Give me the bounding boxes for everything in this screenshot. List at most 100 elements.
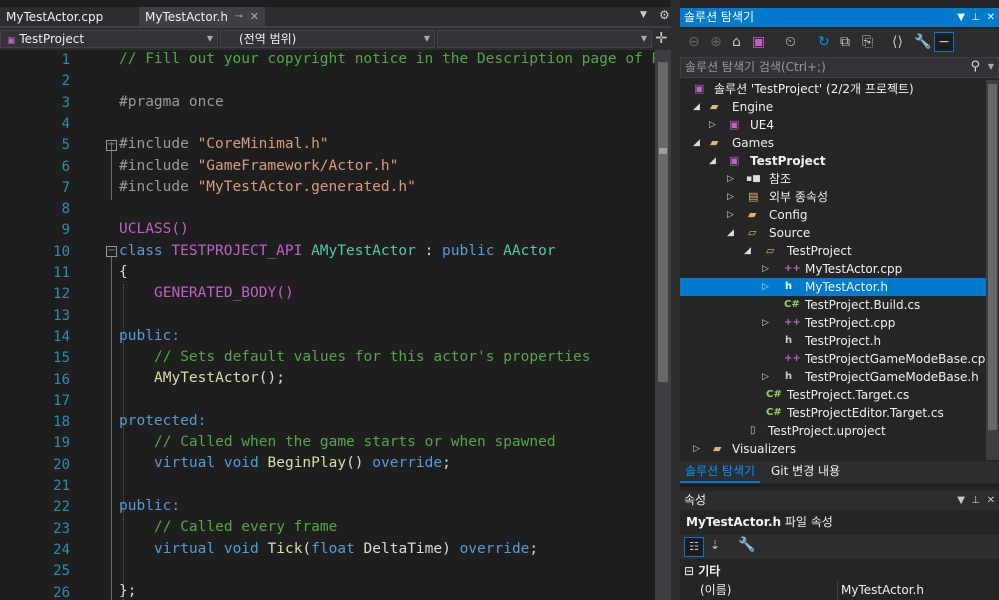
- preview-selected-icon[interactable]: −: [934, 32, 954, 52]
- tab-solution-explorer[interactable]: 솔루션 탐색기: [680, 461, 761, 483]
- line-number: 10: [53, 243, 70, 260]
- folder-icon: ▰: [710, 100, 719, 113]
- line-number: 15: [53, 350, 70, 367]
- collapsed-arrow-icon[interactable]: ▷: [762, 260, 769, 278]
- collapse-icon[interactable]: −: [106, 246, 117, 257]
- property-pages-icon[interactable]: 🔧: [738, 537, 755, 553]
- gear-icon[interactable]: ⚙: [659, 8, 670, 22]
- tree-item-uproject[interactable]: ▯ TestProject.uproject: [680, 422, 986, 440]
- tree-item-external-deps[interactable]: ▷ ▤ 외부 종속성: [680, 188, 986, 206]
- solution-explorer-title-bar: 솔루션 탐색기 ▼ ⊥ ✕: [680, 8, 999, 27]
- collapsed-arrow-icon[interactable]: ▷: [762, 314, 769, 332]
- tree-item-config[interactable]: ▷ ▰ Config: [680, 206, 986, 224]
- scope-dropdown[interactable]: (전역 범위) ▼: [220, 30, 435, 48]
- line-number: 1: [61, 52, 70, 68]
- code-line-11: {: [119, 264, 128, 280]
- alphabetical-icon[interactable]: ⇣: [710, 538, 720, 552]
- collapsed-arrow-icon[interactable]: ▷: [727, 188, 734, 206]
- expanded-arrow-icon[interactable]: ◢: [693, 134, 700, 152]
- collapsed-arrow-icon[interactable]: ▷: [762, 368, 769, 386]
- tree-vertical-scrollbar[interactable]: [986, 80, 999, 460]
- show-all-files-icon[interactable]: ⎘: [862, 34, 873, 50]
- expanded-arrow-icon[interactable]: ◢: [727, 224, 734, 242]
- collapse-all-icon[interactable]: ⧉: [840, 34, 850, 50]
- home-icon[interactable]: ⌂: [732, 34, 741, 50]
- tree-item-source-testproject[interactable]: ◢ ▱ TestProject: [680, 242, 986, 260]
- expanded-arrow-icon[interactable]: ◢: [693, 98, 700, 116]
- solution-search-input[interactable]: 솔루션 탐색기 검색(Ctrl+;) ⚲ ▼: [680, 57, 999, 78]
- code-line-15: // Sets default values for this actor's …: [154, 349, 591, 365]
- scrollbar-caret-marker: [659, 148, 667, 154]
- tree-item-games[interactable]: ◢ ▰ Games: [680, 134, 986, 152]
- project-dropdown[interactable]: ▣ TestProject ▼: [0, 30, 218, 48]
- forward-icon[interactable]: ⊕: [710, 34, 722, 50]
- auto-hide-pin-icon[interactable]: ⊥: [971, 8, 980, 27]
- collapse-icon[interactable]: −: [106, 140, 117, 151]
- back-icon[interactable]: ⊖: [688, 34, 700, 50]
- categorized-icon[interactable]: ☷: [684, 537, 704, 557]
- panel-splitter[interactable]: [671, 0, 680, 600]
- properties-wrench-icon[interactable]: 🔧: [914, 34, 931, 50]
- collapsed-arrow-icon[interactable]: ▷: [693, 440, 700, 458]
- chevron-down-icon[interactable]: ▼: [988, 58, 994, 76]
- code-view-icon[interactable]: ⟨⟩: [892, 34, 903, 50]
- scope-dropdown-value: (전역 범위): [239, 32, 297, 46]
- tree-item-mytestactor-h[interactable]: ▷ h MyTestActor.h: [680, 278, 986, 296]
- pending-changes-filter-icon[interactable]: ⏲: [785, 34, 796, 50]
- tree-item-editor-target-cs[interactable]: C# TestProjectEditor.Target.cs: [680, 404, 986, 422]
- window-position-dropdown-icon[interactable]: ▼: [957, 8, 965, 27]
- code-editor[interactable]: 1 2 3 4 5 6 7 8 9 10 11 12 13 14 15 16 17 18 19 20 21 22 23 24 2…: [0, 50, 655, 600]
- tree-item-references[interactable]: ▷ ▪■ 참조: [680, 170, 986, 188]
- tree-item-source[interactable]: ◢ ▱ Source: [680, 224, 986, 242]
- expanded-arrow-icon[interactable]: ◢: [744, 242, 751, 260]
- tree-item-testproject[interactable]: ◢ ▣ TestProject: [680, 152, 986, 170]
- property-row[interactable]: (이름) MyTestActor.h: [680, 581, 999, 600]
- auto-hide-pin-icon[interactable]: ⊥: [971, 491, 980, 510]
- collapsed-arrow-icon[interactable]: ▷: [709, 116, 716, 134]
- line-number: 25: [53, 563, 70, 580]
- tree-item-gamemodebase-cpp[interactable]: ++ TestProjectGameModeBase.cpp: [680, 350, 993, 368]
- tree-item-testproject-cpp[interactable]: ▷ ++ TestProject.cpp: [680, 314, 986, 332]
- collapsed-arrow-icon[interactable]: ▷: [762, 278, 769, 296]
- properties-toolbar: ☷ ⇣ 🔧: [680, 535, 999, 559]
- csharp-file-icon: C#: [784, 299, 800, 310]
- tab-git-changes[interactable]: Git 변경 내용: [766, 461, 845, 483]
- close-icon[interactable]: ✕: [987, 491, 995, 510]
- editor-vertical-scrollbar[interactable]: [655, 50, 671, 600]
- scrollbar-thumb[interactable]: [658, 62, 668, 382]
- close-icon[interactable]: ✕: [987, 8, 995, 27]
- close-icon[interactable]: ✕: [250, 7, 259, 27]
- expanded-arrow-icon[interactable]: ◢: [709, 152, 716, 170]
- tree-item-visualizers[interactable]: ▷ ▰ Visualizers: [680, 440, 986, 458]
- code-line-24: virtual void Tick(float DeltaTime) overr…: [154, 541, 539, 557]
- window-position-dropdown-icon[interactable]: ▼: [957, 491, 965, 510]
- search-icon[interactable]: ⚲: [970, 58, 980, 76]
- line-number: 17: [53, 392, 70, 409]
- tree-item-gamemodebase-h[interactable]: ▷ h TestProjectGameModeBase.h: [680, 368, 986, 386]
- tree-item-mytestactor-cpp[interactable]: ▷ ++ MyTestActor.cpp: [680, 260, 986, 278]
- switch-views-icon[interactable]: ▣: [752, 34, 765, 50]
- collapse-icon[interactable]: ⊟: [684, 564, 694, 578]
- project-icon: ▣: [7, 36, 16, 46]
- tree-item-build-cs[interactable]: C# TestProject.Build.cs: [680, 296, 986, 314]
- tab-mytestactor-h[interactable]: MyTestActor.h ⊸ ✕: [139, 7, 265, 28]
- code-line-12: GENERATED_BODY(): [154, 285, 294, 301]
- tree-item-solution[interactable]: ▣ 솔루션 'TestProject' (2/2개 프로젝트): [680, 80, 986, 98]
- tree-item-ue4[interactable]: ▷ ▣ UE4: [680, 116, 986, 134]
- property-value[interactable]: MyTestActor.h: [837, 581, 999, 600]
- tree-item-target-cs[interactable]: C# TestProject.Target.cs: [680, 386, 986, 404]
- collapsed-arrow-icon[interactable]: ▷: [727, 206, 734, 224]
- sync-icon[interactable]: ↻: [818, 34, 830, 50]
- pin-icon[interactable]: ⊸: [235, 7, 243, 27]
- collapsed-arrow-icon[interactable]: ▷: [727, 170, 734, 188]
- tree-item-engine[interactable]: ◢ ▰ Engine: [680, 98, 986, 116]
- tab-list-dropdown-icon[interactable]: ▼: [640, 10, 647, 20]
- member-dropdown[interactable]: ▼: [437, 30, 652, 48]
- scrollbar-thumb[interactable]: [988, 84, 997, 430]
- tab-mytestactor-cpp[interactable]: MyTestActor.cpp: [0, 7, 138, 28]
- split-editor-icon[interactable]: ✛: [655, 29, 668, 47]
- property-category[interactable]: ⊟ 기타: [680, 561, 999, 581]
- panel-title: 솔루션 탐색기: [684, 10, 755, 24]
- line-number: 13: [53, 307, 70, 324]
- tree-item-testproject-h[interactable]: h TestProject.h: [680, 332, 986, 350]
